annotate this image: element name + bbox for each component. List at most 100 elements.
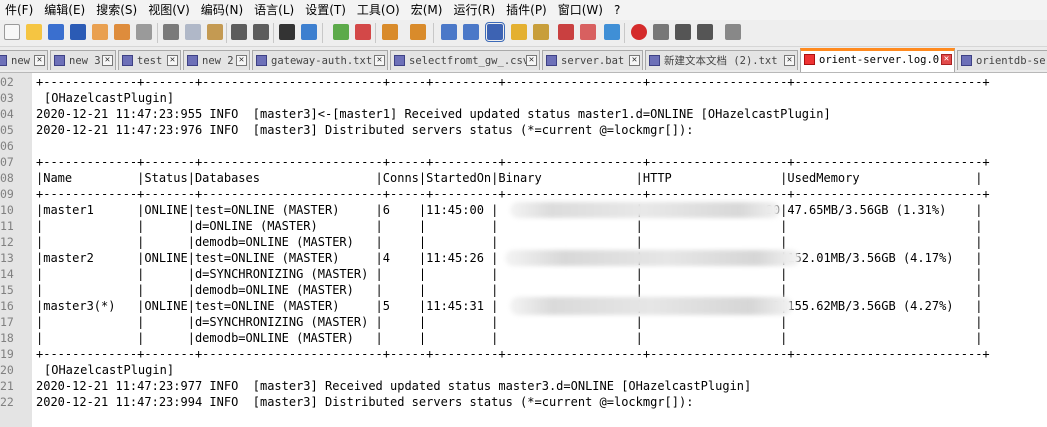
toolbar-separator bbox=[375, 23, 376, 43]
editor-line: 08 |Name |Status|Databases |Conns|Started… bbox=[0, 171, 983, 185]
menu-macro[interactable]: 宏(M) bbox=[406, 0, 449, 20]
file-icon bbox=[394, 55, 405, 66]
record-macro-icon[interactable] bbox=[631, 24, 647, 40]
copy-icon[interactable] bbox=[185, 24, 201, 40]
toolbar-separator bbox=[226, 23, 227, 43]
stop-macro-icon[interactable] bbox=[653, 24, 669, 40]
toolbar-separator bbox=[273, 23, 274, 43]
editor-line: 05 2020-12-21 11:47:23:976 INFO [master3]… bbox=[0, 123, 694, 137]
toolbar bbox=[0, 20, 1047, 47]
zoom-out-icon[interactable] bbox=[355, 24, 371, 40]
close-tab-icon[interactable]: ✕ bbox=[236, 55, 247, 66]
print-icon[interactable] bbox=[136, 24, 152, 40]
run-macro-multiple-icon[interactable] bbox=[697, 24, 713, 40]
tab-new-1[interactable]: new 1 ✕ bbox=[0, 50, 48, 70]
editor-line: 21 2020-12-21 11:47:23:977 INFO [master3]… bbox=[0, 379, 752, 393]
text-editor[interactable]: 02 +-------------+-------+---------------… bbox=[0, 73, 1047, 427]
editor-line: 17 | | |d=SYNCHRONIZING (MASTER) | | | | … bbox=[0, 315, 983, 329]
menu-plugins[interactable]: 插件(P) bbox=[501, 0, 553, 20]
toolbar-separator bbox=[322, 23, 323, 43]
save-all-icon[interactable] bbox=[70, 24, 86, 40]
replace-icon[interactable] bbox=[301, 24, 317, 40]
play-macro-icon[interactable] bbox=[675, 24, 691, 40]
close-tab-icon[interactable]: ✕ bbox=[374, 55, 385, 66]
menu-view[interactable]: 视图(V) bbox=[143, 0, 196, 20]
tab-gateway-auth[interactable]: gateway-auth.txt ✕ bbox=[252, 50, 388, 70]
editor-line: 19 +-------------+-------+---------------… bbox=[0, 347, 990, 361]
menu-edit[interactable]: 编辑(E) bbox=[39, 0, 91, 20]
menu-help[interactable]: ? bbox=[609, 0, 626, 20]
tab-orientdb-server[interactable]: orientdb-ser bbox=[957, 50, 1047, 70]
show-all-characters-icon[interactable] bbox=[463, 24, 479, 40]
menu-tools[interactable]: 工具(O) bbox=[352, 0, 406, 20]
paste-icon[interactable] bbox=[207, 24, 223, 40]
redacted-blur bbox=[510, 297, 792, 315]
close-tab-icon[interactable]: ✕ bbox=[167, 55, 178, 66]
close-all-icon[interactable] bbox=[114, 24, 130, 40]
undo-icon[interactable] bbox=[231, 24, 247, 40]
menu-encoding[interactable]: 编码(N) bbox=[196, 0, 249, 20]
folder-as-workspace-icon[interactable] bbox=[580, 24, 596, 40]
tab-new-text-document[interactable]: 新建文本文档 (2).txt ✕ bbox=[645, 50, 798, 70]
menu-settings[interactable]: 设置(T) bbox=[300, 0, 352, 20]
language-define-icon[interactable] bbox=[511, 24, 527, 40]
editor-line: 02 +-------------+-------+---------------… bbox=[0, 75, 990, 89]
save-macro-icon[interactable] bbox=[725, 24, 741, 40]
close-tab-icon[interactable]: ✕ bbox=[34, 55, 45, 66]
editor-line: 20 [OHazelcastPlugin] bbox=[0, 363, 175, 377]
find-icon[interactable] bbox=[279, 24, 295, 40]
cut-icon[interactable] bbox=[163, 24, 179, 40]
editor-line: 15 | | |demodb=ONLINE (MASTER) | | | | | … bbox=[0, 283, 983, 297]
menu-window[interactable]: 窗口(W) bbox=[553, 0, 609, 20]
toolbar-separator bbox=[433, 23, 434, 43]
save-icon[interactable] bbox=[48, 24, 64, 40]
redacted-blur bbox=[505, 250, 800, 266]
file-icon bbox=[961, 55, 972, 66]
zoom-in-icon[interactable] bbox=[333, 24, 349, 40]
close-tab-icon[interactable]: ✕ bbox=[102, 55, 113, 66]
redacted-blur bbox=[510, 202, 780, 218]
close-tab-icon[interactable]: ✕ bbox=[941, 54, 952, 65]
tab-new-3[interactable]: new 3 ✕ bbox=[50, 50, 116, 70]
menu-run[interactable]: 运行(R) bbox=[448, 0, 501, 20]
editor-line: 06 bbox=[0, 139, 14, 153]
editor-line: 14 | | |d=SYNCHRONIZING (MASTER) | | | | … bbox=[0, 267, 983, 281]
editor-line: 07 +-------------+-------+---------------… bbox=[0, 155, 990, 169]
menu-language[interactable]: 语言(L) bbox=[249, 0, 300, 20]
close-tab-icon[interactable]: ✕ bbox=[526, 55, 537, 66]
indent-guide-icon[interactable] bbox=[485, 22, 505, 42]
open-file-icon[interactable] bbox=[26, 24, 42, 40]
editor-line: 04 2020-12-21 11:47:23:955 INFO [master3]… bbox=[0, 107, 831, 121]
function-list-icon[interactable] bbox=[558, 24, 574, 40]
close-file-icon[interactable] bbox=[92, 24, 108, 40]
editor-line: 12 | | |demodb=ONLINE (MASTER) | | | | | … bbox=[0, 235, 983, 249]
editor-line: 11 | | |d=ONLINE (MASTER) | | | | | | bbox=[0, 219, 983, 233]
menu-bar: 件(F) 编辑(E) 搜索(S) 视图(V) 编码(N) 语言(L) 设置(T) 工具(O) 宏… bbox=[0, 0, 1047, 20]
new-file-icon[interactable] bbox=[4, 24, 20, 40]
menu-file[interactable]: 件(F) bbox=[0, 0, 39, 20]
tab-bar: new 1 ✕ new 3 ✕ test ✕ new 2 ✕ gateway-auth.… bbox=[0, 47, 1047, 73]
tab-orient-server-log[interactable]: orient-server.log.0 ✕ bbox=[800, 48, 955, 72]
toolbar-separator bbox=[157, 23, 158, 43]
tab-test[interactable]: test ✕ bbox=[118, 50, 181, 70]
editor-line: 22 2020-12-21 11:47:23:994 INFO [master3]… bbox=[0, 395, 694, 409]
file-icon bbox=[54, 55, 65, 66]
file-icon bbox=[122, 55, 133, 66]
file-icon bbox=[256, 55, 267, 66]
monitoring-icon[interactable] bbox=[604, 24, 620, 40]
close-tab-icon[interactable]: ✕ bbox=[784, 55, 795, 66]
tab-server-bat[interactable]: server.bat ✕ bbox=[542, 50, 643, 70]
editor-line: 18 | | |demodb=ONLINE (MASTER) | | | | | … bbox=[0, 331, 983, 345]
close-tab-icon[interactable]: ✕ bbox=[629, 55, 640, 66]
document-map-icon[interactable] bbox=[533, 24, 549, 40]
sync-horizontal-icon[interactable] bbox=[410, 24, 426, 40]
file-icon bbox=[546, 55, 557, 66]
toolbar-separator bbox=[624, 23, 625, 43]
word-wrap-icon[interactable] bbox=[441, 24, 457, 40]
tab-selectfromt-csv[interactable]: selectfromt_gw_.csv ✕ bbox=[390, 50, 540, 70]
redo-icon[interactable] bbox=[253, 24, 269, 40]
sync-vertical-icon[interactable] bbox=[382, 24, 398, 40]
menu-search[interactable]: 搜索(S) bbox=[91, 0, 143, 20]
file-icon bbox=[187, 55, 198, 66]
tab-new-2[interactable]: new 2 ✕ bbox=[183, 50, 250, 70]
